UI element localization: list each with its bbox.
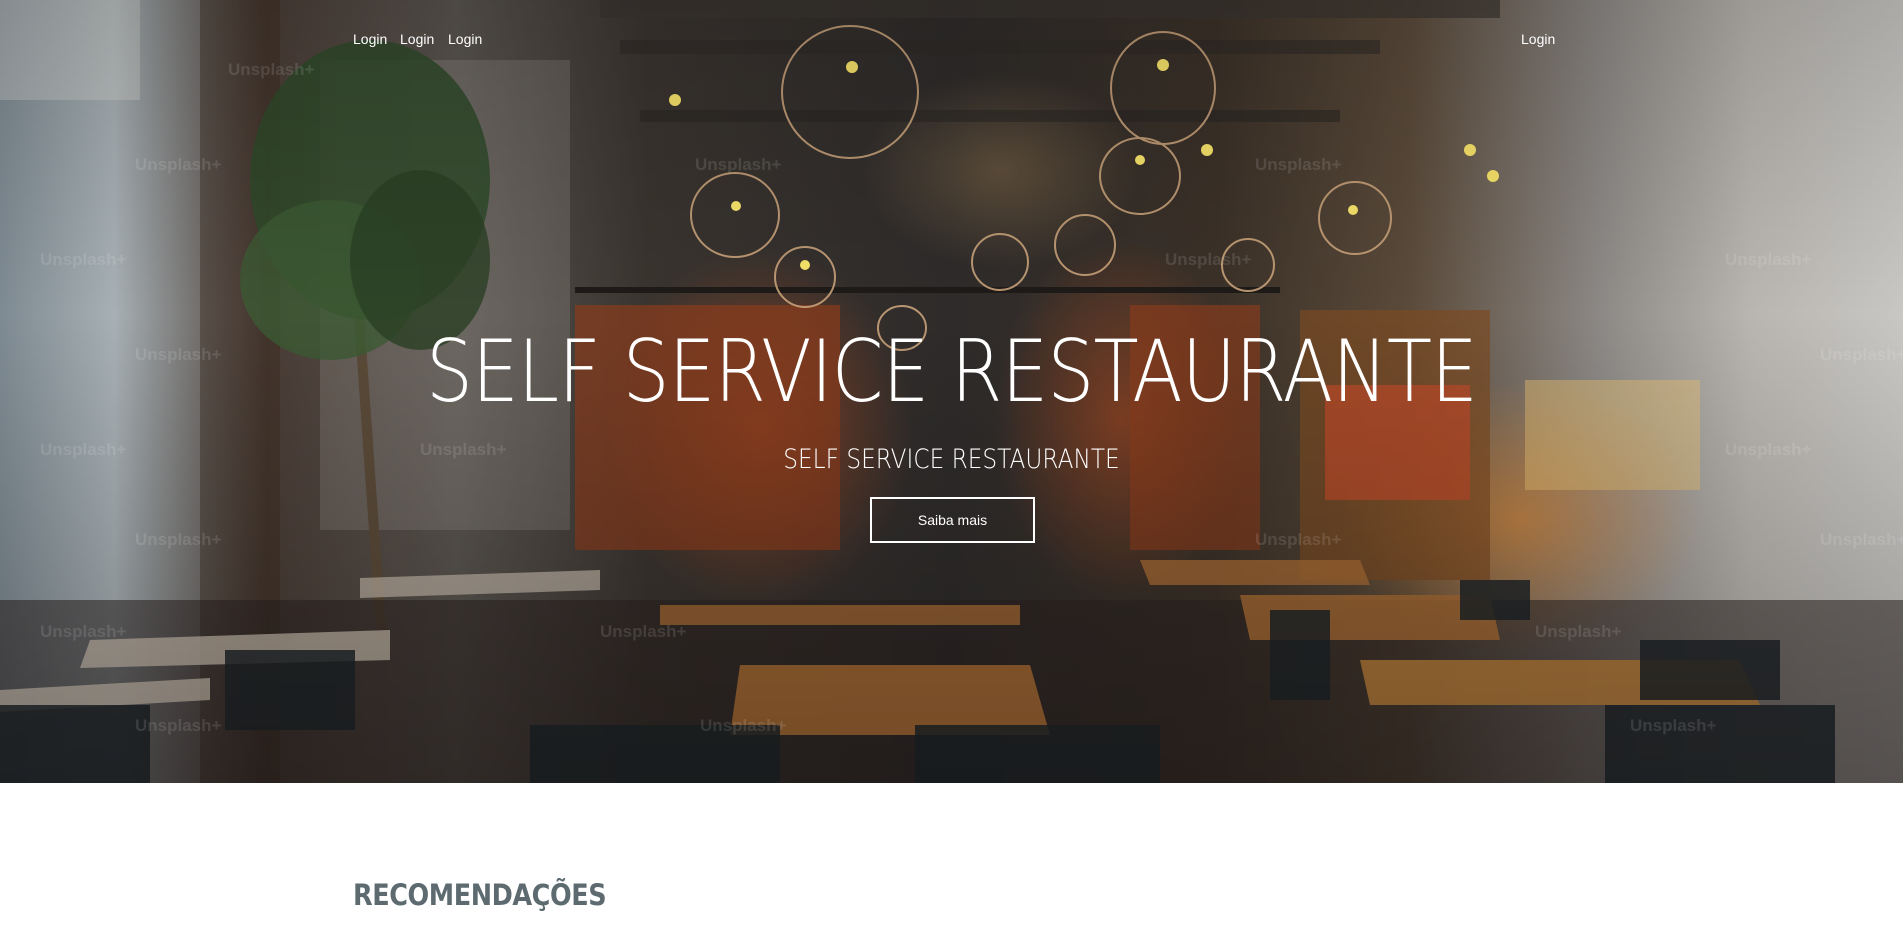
hero-banner: Unsplash+ Unsplash+ Unsplash+ Unsplash+ …	[0, 0, 1903, 783]
watermark-text: Unsplash+	[40, 440, 127, 459]
watermark-text: Unsplash+	[135, 716, 222, 735]
watermark-text: Unsplash+	[40, 622, 127, 641]
watermark-text: Unsplash+	[228, 60, 315, 79]
watermark-text: Unsplash+	[1255, 155, 1342, 174]
watermark-text: Unsplash+	[1255, 530, 1342, 549]
nav-login-link-1[interactable]: Login	[353, 31, 387, 47]
watermark-text: Unsplash+	[1725, 250, 1812, 269]
hero-subtitle: SELF SERVICE RESTAURANTE	[783, 444, 1120, 475]
section-title-recomendacoes: RECOMENDAÇÕES	[353, 878, 607, 912]
watermark-text: Unsplash+	[40, 250, 127, 269]
watermark-text: Unsplash+	[1535, 622, 1622, 641]
watermark-text: Unsplash+	[135, 155, 222, 174]
watermark-text: Unsplash+	[695, 155, 782, 174]
watermark-text: Unsplash+	[700, 716, 787, 735]
nav-login-link-right[interactable]: Login	[1521, 31, 1555, 47]
watermark-text: Unsplash+	[1630, 716, 1717, 735]
watermark-text: Unsplash+	[1820, 530, 1903, 549]
nav-login-link-3[interactable]: Login	[448, 31, 482, 47]
nav-login-link-2[interactable]: Login	[400, 31, 434, 47]
saiba-mais-button[interactable]: Saiba mais	[870, 497, 1035, 543]
watermark-text: Unsplash+	[1165, 250, 1252, 269]
watermark-text: Unsplash+	[1820, 345, 1903, 364]
watermark-text: Unsplash+	[135, 530, 222, 549]
hero-title: SELF SERVICE RESTAURANTE	[425, 322, 1478, 422]
watermark-text: Unsplash+	[600, 622, 687, 641]
